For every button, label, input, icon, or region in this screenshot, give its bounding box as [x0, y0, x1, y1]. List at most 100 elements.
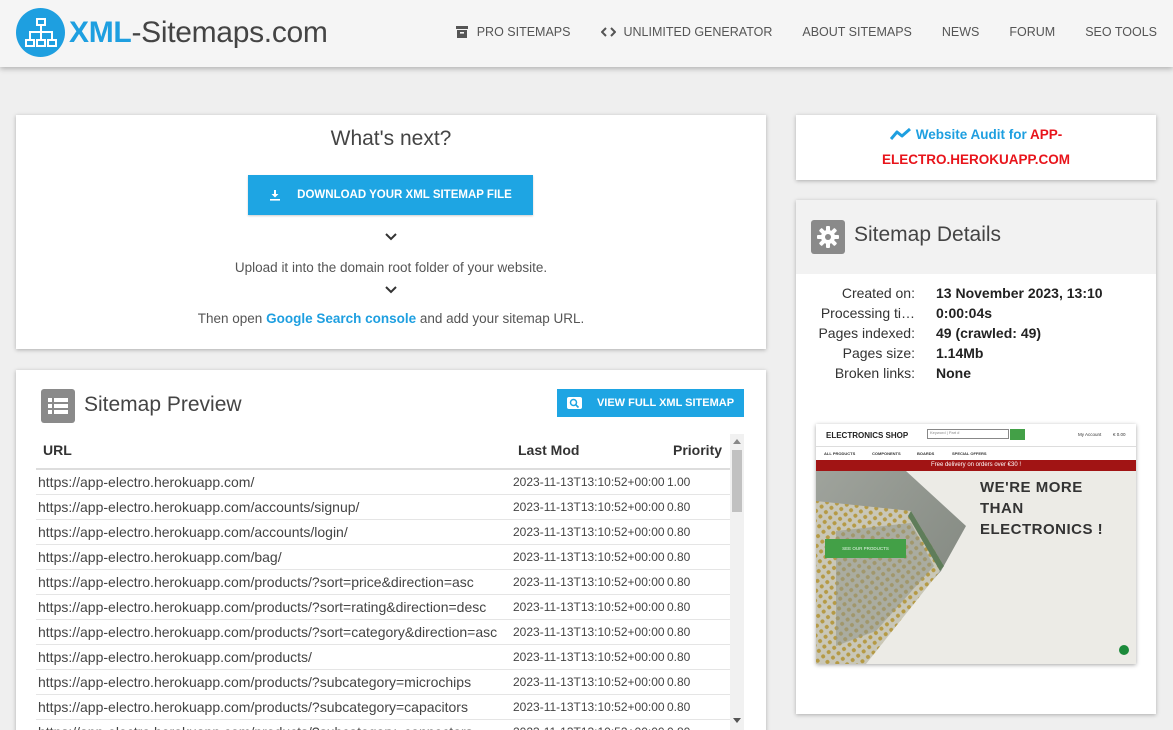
url-table-body: https://app-electro.herokuapp.com/2023-1…: [36, 470, 730, 730]
table-row: https://app-electro.herokuapp.com/accoun…: [36, 520, 730, 545]
row-url-link[interactable]: https://app-electro.herokuapp.com/produc…: [38, 699, 468, 715]
nav-unlimited-generator[interactable]: UNLIMITED GENERATOR: [600, 24, 772, 40]
row-url-link[interactable]: https://app-electro.herokuapp.com/accoun…: [38, 499, 359, 515]
thumb-hero: WE'RE MORE THAN ELECTRONICS ! SEE OUR PR…: [816, 471, 1136, 664]
sitemap-icon: [16, 8, 65, 57]
list-icon: [41, 389, 75, 423]
trend-chart-icon: [889, 125, 912, 148]
nav-seo-tools[interactable]: SEO TOOLS: [1085, 24, 1157, 40]
thumb-search-button: [1010, 429, 1025, 440]
row-url-link[interactable]: https://app-electro.herokuapp.com/produc…: [38, 574, 474, 590]
chevron-down-icon: [16, 286, 766, 294]
row-url-link[interactable]: https://app-electro.herokuapp.com/produc…: [38, 724, 473, 730]
column-url[interactable]: URL: [43, 442, 72, 458]
website-screenshot-thumbnail[interactable]: ELECTRONICS SHOP Keyword | Part # My Acc…: [816, 424, 1136, 664]
row-last-mod: 2023-11-13T13:10:52+00:00: [513, 575, 665, 589]
row-url-link[interactable]: https://app-electro.herokuapp.com/produc…: [38, 649, 312, 665]
table-row: https://app-electro.herokuapp.com/produc…: [36, 570, 730, 595]
whats-next-title: What's next?: [330, 127, 452, 150]
nav-label: FORUM: [1009, 25, 1056, 39]
thumb-cta-button: SEE OUR PRODUCTS: [825, 539, 906, 558]
row-last-mod: 2023-11-13T13:10:52+00:00: [513, 550, 665, 564]
nav-forum[interactable]: FORUM: [1009, 24, 1055, 40]
row-priority: 0.80: [667, 525, 691, 539]
audit-label: Website Audit for: [915, 127, 1030, 142]
sitemap-preview-card: Sitemap Preview VIEW FULL XML SITEMAP UR…: [16, 370, 766, 730]
nav-news[interactable]: NEWS: [942, 24, 980, 40]
column-last-mod[interactable]: Last Mod: [518, 442, 579, 458]
table-row: https://app-electro.herokuapp.com/produc…: [36, 670, 730, 695]
gear-icon: [811, 220, 845, 254]
nav-pro-sitemaps[interactable]: PRO SITEMAPS: [455, 24, 571, 40]
row-last-mod: 2023-11-13T13:10:52+00:00: [513, 625, 665, 639]
instruction-prefix: Then open: [197, 311, 267, 326]
row-url-link[interactable]: https://app-electro.herokuapp.com/produc…: [38, 599, 486, 615]
nav-label: SEO TOOLS: [1085, 25, 1157, 39]
row-priority: 1.00: [667, 475, 691, 489]
scroll-down-arrow-icon[interactable]: [733, 718, 741, 723]
site-logo[interactable]: XML-Sitemaps.com: [16, 8, 328, 57]
row-last-mod: 2023-11-13T13:10:52+00:00: [513, 650, 665, 664]
row-last-mod: 2023-11-13T13:10:52+00:00: [513, 725, 665, 730]
thumb-nav-item: COMPONENTS: [872, 451, 901, 456]
detail-value: 49 (crawled: 49): [936, 325, 1042, 341]
detail-value: None: [936, 365, 971, 381]
column-priority[interactable]: Priority: [673, 442, 722, 458]
detail-pages-indexed: Pages indexed: 49 (crawled: 49): [796, 325, 1156, 345]
nav-label: PRO SITEMAPS: [476, 25, 571, 39]
details-header: Sitemap Details: [796, 200, 1156, 274]
chevron-down-icon: [16, 233, 766, 241]
view-full-sitemap-button[interactable]: VIEW FULL XML SITEMAP: [557, 389, 744, 417]
table-row: https://app-electro.herokuapp.com/produc…: [36, 695, 730, 720]
download-sitemap-button[interactable]: DOWNLOAD YOUR XML SITEMAP FILE: [248, 175, 533, 215]
table-row: https://app-electro.herokuapp.com/produc…: [36, 595, 730, 620]
table-row: https://app-electro.herokuapp.com/produc…: [36, 620, 730, 645]
upload-instruction: Upload it into the domain root folder of…: [234, 260, 548, 275]
row-priority: 0.80: [667, 725, 690, 730]
thumb-nav: ALL PRODUCTS COMPONENTS BOARDS SPECIAL O…: [816, 446, 1136, 459]
detail-value: 1.14Mb: [936, 345, 984, 361]
table-row: https://app-electro.herokuapp.com/2023-1…: [36, 470, 730, 495]
detail-label: Broken links:: [834, 365, 915, 381]
detail-pages-size: Pages size: 1.14Mb: [796, 345, 1156, 365]
detail-processing-time: Processing ti… 0:00:04s: [796, 305, 1156, 325]
google-search-console-link[interactable]: Google Search console: [266, 311, 416, 326]
table-scrollbar[interactable]: [730, 434, 744, 730]
row-priority: 0.80: [667, 550, 691, 564]
download-icon: [269, 189, 281, 201]
row-url-link[interactable]: https://app-electro.herokuapp.com/bag/: [38, 549, 282, 565]
thumb-delivery-banner: Free delivery on orders over €30 !: [816, 460, 1136, 471]
scrollbar-thumb[interactable]: [732, 450, 742, 512]
row-priority: 0.80: [667, 600, 691, 614]
row-url-link[interactable]: https://app-electro.herokuapp.com/produc…: [38, 674, 471, 690]
detail-label: Pages size:: [842, 345, 915, 361]
website-audit-card[interactable]: Website Audit for APP-ELECTRO.HEROKUAPP.…: [796, 115, 1156, 180]
row-priority: 0.80: [667, 625, 691, 639]
row-last-mod: 2023-11-13T13:10:52+00:00: [513, 525, 665, 539]
thumb-nav-item: BOARDS: [917, 451, 935, 456]
table-header: URL Last Mod Priority: [36, 432, 730, 470]
detail-created-on: Created on: 13 November 2023, 13:10: [796, 285, 1156, 305]
thumb-chat-icon: [1119, 645, 1129, 655]
whats-next-card: What's next? DOWNLOAD YOUR XML SITEMAP F…: [16, 115, 766, 349]
table-row: https://app-electro.herokuapp.com/produc…: [36, 645, 730, 670]
row-url-link[interactable]: https://app-electro.herokuapp.com/produc…: [38, 624, 497, 640]
instruction-suffix: and add your sitemap URL.: [416, 311, 585, 326]
row-url-link[interactable]: https://app-electro.herokuapp.com/accoun…: [38, 524, 348, 540]
code-brackets-icon: [600, 26, 616, 38]
row-url-link[interactable]: https://app-electro.herokuapp.com/: [38, 474, 254, 490]
nav-label: ABOUT SITEMAPS: [802, 25, 912, 39]
scroll-up-arrow-icon[interactable]: [733, 439, 741, 444]
nav-about-sitemaps[interactable]: ABOUT SITEMAPS: [802, 24, 912, 40]
row-priority: 0.80: [667, 650, 691, 664]
thumb-account: My Account: [1078, 432, 1102, 437]
thumb-search-box: Keyword | Part #: [927, 429, 1009, 439]
detail-broken-links: Broken links: None: [796, 365, 1156, 385]
row-last-mod: 2023-11-13T13:10:52+00:00: [513, 475, 665, 489]
row-priority: 0.80: [667, 500, 691, 514]
row-last-mod: 2023-11-13T13:10:52+00:00: [513, 700, 665, 714]
row-last-mod: 2023-11-13T13:10:52+00:00: [513, 600, 665, 614]
thumb-shop-name: ELECTRONICS SHOP: [826, 431, 909, 440]
thumb-cart: € 0.00: [1113, 432, 1126, 437]
detail-label: Processing ti…: [820, 305, 915, 321]
